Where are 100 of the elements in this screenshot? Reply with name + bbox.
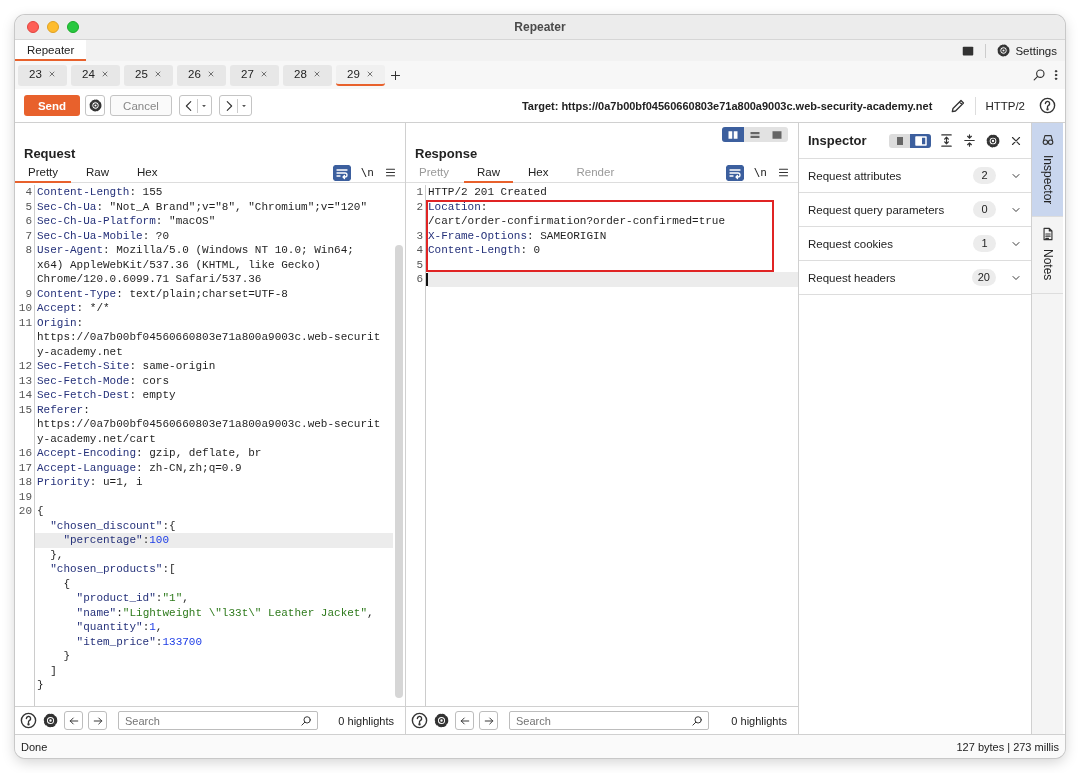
line-number: 1 bbox=[415, 185, 424, 200]
code-line: Sec-Fetch-Site: same-origin bbox=[36, 359, 217, 374]
settings-button[interactable] bbox=[85, 95, 105, 116]
previous-button[interactable] bbox=[455, 711, 474, 730]
expand-all-icon[interactable] bbox=[939, 133, 954, 148]
settings-icon[interactable] bbox=[985, 132, 1001, 149]
code-line: Sec-Ch-Ua: "Not_A Brand";v="8", "Chromium";v="120" bbox=[36, 199, 369, 214]
line-number: 5 bbox=[24, 199, 33, 214]
code-line: HTTP/2 201 Created bbox=[427, 185, 548, 200]
line-number: 20 bbox=[17, 504, 33, 519]
line-number: 7 bbox=[24, 228, 33, 243]
code-line: "chosen_products":[ bbox=[49, 562, 177, 577]
code-line: x64) AppleWebKit/537.36 (KHTML, like Gecko) bbox=[36, 257, 322, 272]
line-number: 2 bbox=[415, 199, 424, 214]
settings-icon[interactable] bbox=[433, 712, 450, 729]
request-tab[interactable]: 25 bbox=[124, 64, 173, 86]
protocol-label[interactable]: HTTP/2 bbox=[985, 99, 1025, 112]
request-tab[interactable]: 23 bbox=[18, 64, 67, 86]
line-number: 14 bbox=[17, 388, 33, 403]
side-tab[interactable]: Inspector bbox=[1032, 123, 1063, 218]
help-icon[interactable] bbox=[1039, 97, 1056, 114]
wrap-lines-icon[interactable] bbox=[332, 164, 351, 181]
help-icon[interactable] bbox=[20, 712, 37, 729]
request-tab[interactable]: 26 bbox=[177, 64, 226, 86]
line-number: 13 bbox=[17, 373, 33, 388]
line-number: 3 bbox=[415, 228, 424, 243]
collapse-all-icon[interactable] bbox=[962, 133, 977, 148]
line-number: 16 bbox=[17, 446, 33, 461]
gear-icon bbox=[996, 43, 1012, 58]
request-tab[interactable]: 28 bbox=[283, 64, 332, 86]
view-tab[interactable]: Raw bbox=[464, 162, 514, 183]
newline-toggle[interactable]: \n bbox=[745, 166, 775, 179]
code-line: "name":"Lightweight \"l33t\" Leather Jacket", bbox=[75, 605, 375, 620]
code-line: "item_price":133700 bbox=[75, 634, 204, 649]
view-tab[interactable]: Raw bbox=[73, 162, 123, 183]
pane-title: Response bbox=[414, 145, 479, 163]
side-tab[interactable]: Notes bbox=[1032, 217, 1063, 294]
search-field[interactable]: Search bbox=[118, 711, 318, 730]
code-line: Sec-Ch-Ua-Mobile: ?0 bbox=[36, 228, 171, 243]
search-field[interactable]: Search bbox=[509, 711, 709, 730]
newline-toggle[interactable]: \n bbox=[352, 166, 382, 179]
code-line: Referer: bbox=[36, 402, 91, 417]
code-line: y-academy.net bbox=[36, 344, 124, 359]
request-tab[interactable]: 27 bbox=[230, 64, 279, 86]
line-number: 15 bbox=[17, 402, 33, 417]
code-line: } bbox=[36, 678, 45, 693]
code-line: { bbox=[62, 576, 71, 591]
pencil-icon[interactable] bbox=[950, 97, 967, 114]
search-icon[interactable] bbox=[1032, 68, 1046, 82]
response-stats: 127 bytes | 273 millis bbox=[956, 740, 1059, 753]
pane-title: Request bbox=[23, 145, 77, 163]
line-number: 12 bbox=[17, 359, 33, 374]
view-tab[interactable]: Pretty bbox=[15, 162, 72, 183]
code-line: https://0a7b00bf04560660803e71a800a9003c.web-securit bbox=[36, 417, 382, 432]
wrap-lines-icon[interactable] bbox=[725, 164, 744, 181]
code-line: Accept-Encoding: gzip, deflate, br bbox=[36, 446, 263, 461]
code-line: "chosen_discount":{ bbox=[49, 518, 177, 533]
settings-icon[interactable] bbox=[42, 712, 59, 729]
side-by-side-layout-button[interactable] bbox=[722, 127, 744, 142]
document-icon bbox=[1040, 227, 1055, 242]
count-badge: 1 bbox=[973, 235, 996, 252]
code-line: { bbox=[36, 504, 45, 519]
side-panel-button[interactable] bbox=[910, 133, 931, 148]
request-tab[interactable]: 24 bbox=[71, 64, 120, 86]
line-number: 9 bbox=[24, 286, 33, 301]
code-line: Priority: u=1, i bbox=[36, 475, 144, 490]
panel-title: Inspector bbox=[808, 133, 868, 148]
plus-icon[interactable] bbox=[389, 68, 402, 82]
view-tab[interactable]: Hex bbox=[515, 162, 562, 183]
line-number: 8 bbox=[24, 243, 33, 258]
search-icon[interactable] bbox=[300, 715, 312, 727]
settings-button[interactable]: Settings bbox=[996, 43, 1057, 58]
code-line: X-Frame-Options: SAMEORIGIN bbox=[427, 228, 608, 243]
code-line: Sec-Ch-Ua-Platform: "macOS" bbox=[36, 214, 217, 229]
code-line: } bbox=[62, 649, 71, 664]
help-icon[interactable] bbox=[411, 712, 428, 729]
previous-button[interactable] bbox=[64, 711, 83, 730]
gear-icon bbox=[87, 98, 103, 113]
line-number: 18 bbox=[17, 475, 33, 490]
glasses-icon bbox=[1040, 133, 1055, 147]
search-icon[interactable] bbox=[691, 715, 703, 727]
code-line: Origin: bbox=[36, 315, 85, 330]
code-line: Content-Type: text/plain;charset=UTF-8 bbox=[36, 286, 289, 301]
next-button[interactable] bbox=[88, 711, 107, 730]
line-number: 4 bbox=[415, 243, 424, 258]
code-line: Content-Length: 155 bbox=[36, 185, 164, 200]
arrow-right-icon bbox=[482, 714, 495, 727]
two-columns-icon bbox=[726, 128, 740, 141]
view-tab[interactable]: Hex bbox=[124, 162, 171, 183]
line-number: 6 bbox=[24, 214, 33, 229]
line-number: 4 bbox=[24, 185, 33, 200]
code-line: Content-Length: 0 bbox=[427, 243, 542, 258]
next-button[interactable] bbox=[479, 711, 498, 730]
menu-icon[interactable] bbox=[777, 166, 790, 179]
menu-icon[interactable] bbox=[384, 166, 397, 179]
tool-tab[interactable]: Repeater bbox=[15, 40, 87, 61]
request-tab[interactable]: 29 bbox=[336, 64, 385, 86]
line-number: 19 bbox=[17, 489, 33, 504]
window-close-button[interactable] bbox=[27, 21, 39, 33]
scrollbar-thumb[interactable] bbox=[395, 245, 403, 698]
